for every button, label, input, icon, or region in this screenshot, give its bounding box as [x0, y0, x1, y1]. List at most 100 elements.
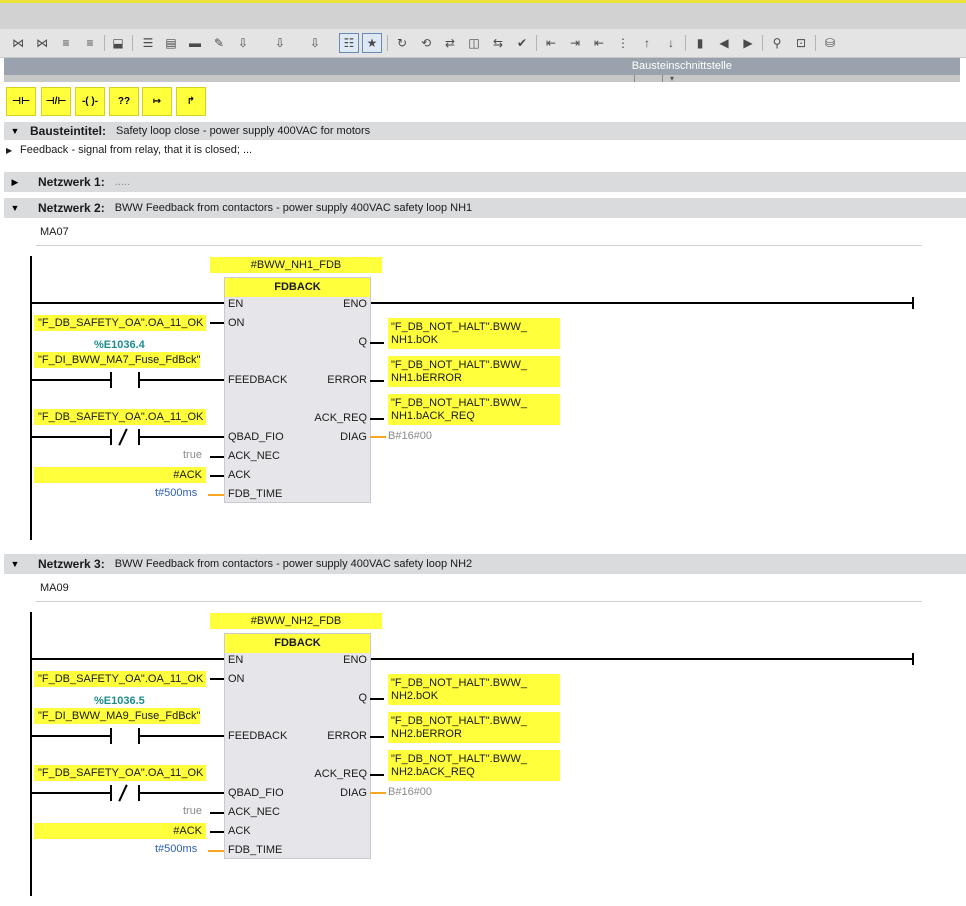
fdb-time-value[interactable]: t#500ms	[155, 843, 197, 855]
network-2-header[interactable]: ▼ Netzwerk 2: BWW Feedback from contacto…	[4, 198, 966, 218]
expand-triangle-icon[interactable]: ▶	[6, 146, 16, 155]
monitoring-off-icon[interactable]: ⊡	[791, 33, 811, 53]
ack-nec-value[interactable]: true	[183, 805, 202, 817]
close-branch-icon[interactable]: ↱	[176, 87, 206, 116]
pin-ack-req: ACK_REQ	[314, 412, 367, 424]
zoom-icon[interactable]: ▤	[161, 33, 181, 53]
move-up-icon[interactable]: ↑	[637, 33, 657, 53]
download-icon[interactable]: ⬓	[108, 33, 128, 53]
fdback-block[interactable]: FDBACK EN ON FEEDBACK QBAD_FIO ACK_NEC A…	[224, 277, 371, 503]
nc-contact[interactable]	[110, 428, 140, 446]
insert-network-icon[interactable]: ⋈	[8, 33, 28, 53]
network-title[interactable]: .....	[115, 176, 130, 188]
monitoring-on-icon[interactable]: ⚲	[767, 33, 787, 53]
qbad-wire-left	[30, 792, 110, 794]
collapse-triangle-icon[interactable]: ▼	[8, 203, 22, 213]
qbad-wire-right	[140, 792, 224, 794]
network-comment[interactable]: MA07	[36, 224, 922, 246]
insert-input-icon[interactable]: ⇩	[233, 33, 253, 53]
status-icon[interactable]: ⇆	[488, 33, 508, 53]
collapse-triangle-icon[interactable]: ▼	[8, 126, 22, 136]
on-operand[interactable]: "F_DB_SAFETY_OA".OA_11_OK	[34, 315, 206, 331]
expand-triangle-icon[interactable]: ▶	[8, 177, 22, 188]
error-operand[interactable]: "F_DB_NOT_HALT".BWW_ NH2.bERROR	[388, 712, 560, 743]
monitor-icon[interactable]: ⟲	[416, 33, 436, 53]
feedback-operand[interactable]: "F_DI_BWW_MA7_Fuse_FdBck"	[34, 352, 200, 368]
coil-icon[interactable]: -( )-	[75, 87, 105, 116]
block-interface-bar[interactable]: Bausteinschnittstelle	[4, 58, 960, 75]
nc-contact[interactable]	[110, 784, 140, 802]
no-contact[interactable]	[110, 372, 140, 388]
on-operand[interactable]: "F_DB_SAFETY_OA".OA_11_OK	[34, 671, 206, 687]
align-icon[interactable]: ⋮	[613, 33, 633, 53]
network-3-header[interactable]: ▼ Netzwerk 3: BWW Feedback from contacto…	[4, 554, 966, 574]
move-down-icon[interactable]: ↓	[661, 33, 681, 53]
error-operand[interactable]: "F_DB_NOT_HALT".BWW_ NH1.bERROR	[388, 356, 560, 387]
indent-right-icon[interactable]: ⇥	[565, 33, 585, 53]
tree-view-icon[interactable]: ▬	[185, 33, 205, 53]
pin-feedback: FEEDBACK	[228, 730, 288, 742]
absolute-operands-icon[interactable]: ☰	[138, 33, 158, 53]
network-title[interactable]: BWW Feedback from contactors - power sup…	[115, 202, 472, 214]
go-online-icon[interactable]: ↻	[392, 33, 412, 53]
fb-instance-name[interactable]: #BWW_NH1_FDB	[210, 257, 382, 273]
ack-operand[interactable]: #ACK	[34, 467, 206, 483]
check-icon[interactable]: ✔	[512, 33, 532, 53]
previous-bookmark-icon[interactable]: ◀	[714, 33, 734, 53]
collapse-triangle-icon[interactable]: ▼	[8, 559, 22, 569]
favorites-icon[interactable]: ★	[362, 33, 382, 53]
insert-branch-icon[interactable]: ⇩	[305, 33, 325, 53]
add-row-icon[interactable]: ≡	[80, 33, 100, 53]
on-wire	[210, 322, 224, 324]
network-title[interactable]: BWW Feedback from contactors - power sup…	[115, 558, 472, 570]
diag-value[interactable]: B#16#00	[388, 786, 432, 798]
open-branch-icon[interactable]: ↦	[142, 87, 172, 116]
diag-value[interactable]: B#16#00	[388, 430, 432, 442]
network-view-icon[interactable]: ☷	[339, 33, 359, 53]
database-icon[interactable]: ⛁	[820, 33, 840, 53]
insert-row-icon[interactable]: ≡	[56, 33, 76, 53]
splitter-tick	[662, 75, 663, 82]
ack-operand[interactable]: #ACK	[34, 823, 206, 839]
pin-eno: ENO	[343, 298, 367, 310]
chevron-down-icon[interactable]: ▾	[670, 75, 690, 83]
qbad-operand[interactable]: "F_DB_SAFETY_OA".OA_11_OK	[34, 765, 206, 781]
fb-instance-name[interactable]: #BWW_NH2_FDB	[210, 613, 382, 629]
pin-diag: DIAG	[340, 787, 367, 799]
network-1-header[interactable]: ▶ Netzwerk 1: .....	[4, 172, 966, 192]
pin-qbad-fio: QBAD_FIO	[228, 787, 284, 799]
ack-req-operand[interactable]: "F_DB_NOT_HALT".BWW_ NH1.bACK_REQ	[388, 394, 560, 425]
eno-wire	[370, 658, 914, 660]
error-wire	[370, 380, 384, 382]
separator	[132, 35, 133, 51]
outdent-icon[interactable]: ⇤	[589, 33, 609, 53]
qbad-operand[interactable]: "F_DB_SAFETY_OA".OA_11_OK	[34, 409, 206, 425]
delete-network-icon[interactable]: ⋈	[32, 33, 52, 53]
comments-icon[interactable]: ✎	[209, 33, 229, 53]
nc-contact-icon[interactable]: ⊣/⊢	[41, 87, 71, 116]
pin-ack-req: ACK_REQ	[314, 768, 367, 780]
bookmark-icon[interactable]: ▮	[690, 33, 710, 53]
insert-output-icon[interactable]: ⇩	[270, 33, 290, 53]
ack-nec-value[interactable]: true	[183, 449, 202, 461]
fdback-block[interactable]: FDBACK EN ON FEEDBACK QBAD_FIO ACK_NEC A…	[224, 633, 371, 859]
no-contact-icon[interactable]: ⊣⊢	[6, 87, 36, 116]
ladder-favorites-bar: ⊣⊢ ⊣/⊢ -( )- ?? ↦ ↱	[0, 83, 966, 121]
block-title-value[interactable]: Safety loop close - power supply 400VAC …	[116, 125, 370, 137]
empty-box-icon[interactable]: ??	[109, 87, 139, 116]
interface-splitter[interactable]: ▾	[4, 75, 960, 83]
title-strip	[0, 0, 966, 29]
q-operand[interactable]: "F_DB_NOT_HALT".BWW_ NH1.bOK	[388, 318, 560, 349]
compare-icon[interactable]: ⇄	[440, 33, 460, 53]
fdb-time-value[interactable]: t#500ms	[155, 487, 197, 499]
ack-req-operand[interactable]: "F_DB_NOT_HALT".BWW_ NH2.bACK_REQ	[388, 750, 560, 781]
q-operand[interactable]: "F_DB_NOT_HALT".BWW_ NH2.bOK	[388, 674, 560, 705]
indent-left-icon[interactable]: ⇤	[541, 33, 561, 53]
block-comment-row[interactable]: ▶ Feedback - signal from relay, that it …	[6, 142, 956, 158]
block-title-header[interactable]: ▼ Bausteintitel: Safety loop close - pow…	[4, 122, 966, 140]
snapshot-icon[interactable]: ◫	[464, 33, 484, 53]
next-bookmark-icon[interactable]: ▶	[738, 33, 758, 53]
no-contact[interactable]	[110, 728, 140, 744]
feedback-operand[interactable]: "F_DI_BWW_MA9_Fuse_FdBck"	[34, 708, 200, 724]
network-comment[interactable]: MA09	[36, 580, 922, 602]
